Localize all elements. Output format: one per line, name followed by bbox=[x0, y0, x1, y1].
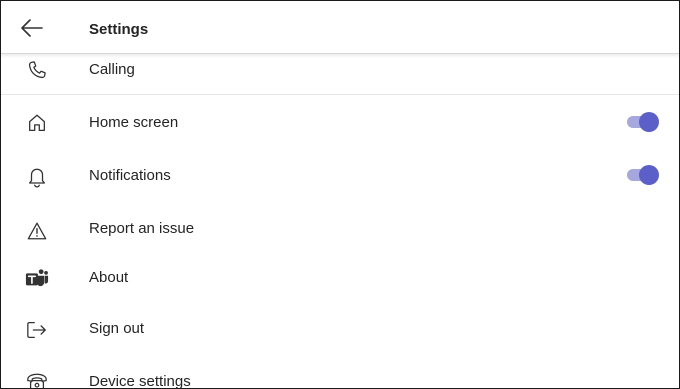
teams-logo-icon bbox=[25, 266, 49, 290]
settings-item-notifications[interactable]: Notifications bbox=[1, 147, 679, 200]
warning-icon bbox=[25, 219, 49, 243]
settings-item-device-settings[interactable]: Device settings bbox=[1, 354, 679, 389]
settings-item-sign-out[interactable]: Sign out bbox=[1, 302, 679, 354]
bell-icon bbox=[25, 165, 49, 189]
back-button[interactable] bbox=[17, 15, 47, 41]
device-phone-icon bbox=[25, 370, 49, 388]
settings-item-label: Sign out bbox=[89, 320, 145, 337]
settings-item-label: Calling bbox=[89, 61, 135, 78]
settings-item-about[interactable]: About bbox=[1, 252, 679, 302]
settings-window: Settings Calling Home screen Notificatio… bbox=[0, 0, 680, 389]
settings-header: Settings bbox=[1, 1, 679, 54]
settings-item-label: About bbox=[89, 269, 129, 286]
page-title: Settings bbox=[89, 21, 149, 38]
phone-icon bbox=[25, 58, 49, 82]
settings-item-label: Notifications bbox=[89, 167, 171, 184]
settings-item-label: Home screen bbox=[89, 114, 179, 131]
toggle-thumb bbox=[639, 112, 659, 132]
notifications-toggle[interactable] bbox=[627, 165, 659, 185]
settings-item-label: Device settings bbox=[89, 373, 191, 389]
settings-item-label: Report an issue bbox=[89, 220, 195, 237]
settings-item-report-issue[interactable]: Report an issue bbox=[1, 200, 679, 252]
toggle-thumb bbox=[639, 165, 659, 185]
settings-item-home-screen[interactable]: Home screen bbox=[1, 95, 679, 147]
home-screen-toggle[interactable] bbox=[627, 112, 659, 132]
arrow-left-icon bbox=[20, 18, 44, 38]
home-icon bbox=[25, 111, 49, 135]
sign-out-icon bbox=[25, 318, 49, 342]
